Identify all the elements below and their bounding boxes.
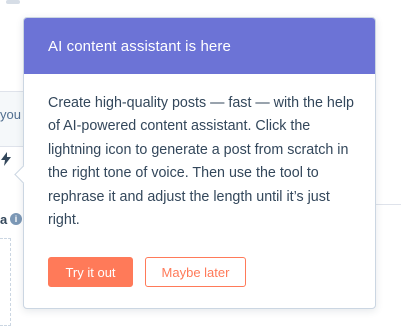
field-label: a — [0, 212, 8, 227]
app-stage: you a i AI content assistant is here Cre… — [0, 0, 401, 335]
popover-header: AI content assistant is here — [24, 18, 375, 74]
popover-title: AI content assistant is here — [48, 37, 231, 55]
truncated-text: you — [0, 107, 21, 122]
maybe-later-button[interactable]: Maybe later — [145, 257, 246, 287]
divider — [375, 204, 401, 205]
lightning-icon[interactable] — [0, 152, 12, 166]
ai-assistant-popover: AI content assistant is here Create high… — [14, 17, 376, 309]
popover-body: Create high-quality posts — fast — with … — [48, 95, 354, 229]
dashed-dropzone[interactable] — [0, 238, 11, 326]
try-it-out-button[interactable]: Try it out — [48, 257, 133, 287]
right-panel-edge — [375, 64, 401, 335]
top-bar-fragment — [6, 0, 20, 4]
info-icon[interactable]: i — [10, 213, 22, 225]
